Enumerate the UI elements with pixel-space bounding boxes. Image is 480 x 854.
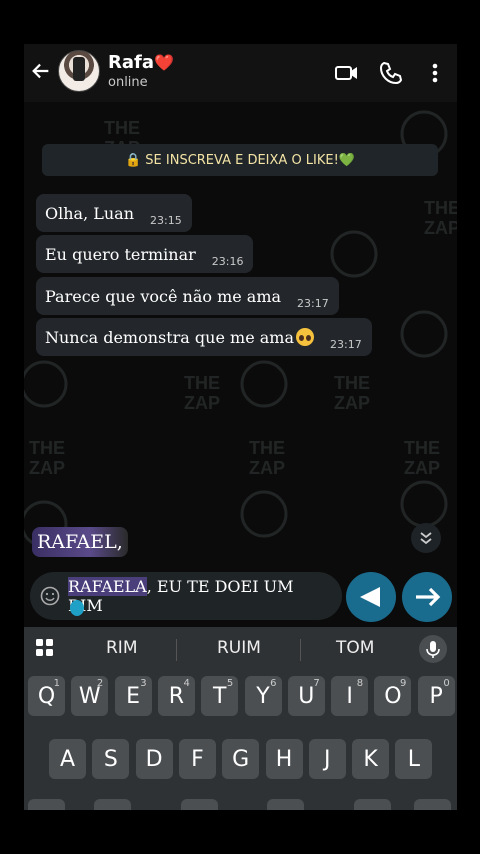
- key-a[interactable]: A: [49, 739, 86, 779]
- heart-icon: ❤️: [153, 53, 174, 72]
- svg-text:ZAP: ZAP: [404, 458, 440, 478]
- message-time: 23:17: [330, 337, 362, 351]
- message-bubble[interactable]: Parece que você não me ama 23:17: [36, 277, 339, 315]
- message-text: Parece que você não me ama: [45, 286, 282, 306]
- svg-text:ZAP: ZAP: [334, 393, 370, 413]
- key-f[interactable]: F: [178, 739, 216, 779]
- message-time: 23:16: [211, 254, 244, 268]
- contact-name[interactable]: Rafa❤️: [108, 52, 174, 73]
- send-arrow-icon: [416, 587, 441, 607]
- svg-text:ZAP: ZAP: [424, 218, 457, 238]
- subscribe-banner: 🔒 SE INSCREVA E DEIXA O LIKE!💚: [42, 144, 438, 176]
- send-button[interactable]: [402, 572, 452, 622]
- key-j[interactable]: J: [308, 739, 346, 779]
- back-arrow-icon[interactable]: [30, 60, 52, 82]
- more-options-icon[interactable]: [422, 60, 448, 86]
- key[interactable]: [28, 799, 65, 810]
- pleading-face-emoji-icon: [296, 328, 315, 346]
- key-l[interactable]: L: [395, 739, 433, 779]
- divider: [300, 639, 301, 661]
- phone-call-icon[interactable]: [378, 60, 404, 86]
- previous-button[interactable]: [346, 572, 396, 622]
- chat-screen: THEZAP THEZAP THEZAP THEZAP THEZAP THEZA…: [24, 44, 457, 810]
- svg-text:ZAP: ZAP: [184, 393, 220, 413]
- key-g[interactable]: G: [222, 739, 260, 779]
- key-r[interactable]: R4: [157, 676, 195, 716]
- key-k[interactable]: K: [352, 739, 390, 779]
- key-p[interactable]: P0: [417, 676, 455, 716]
- message-bubble[interactable]: Eu quero terminar 23:16: [36, 235, 254, 273]
- key-u[interactable]: U7: [287, 676, 325, 716]
- svg-text:THE: THE: [104, 118, 140, 138]
- suggestion-item[interactable]: RIM: [106, 627, 138, 669]
- text-cursor-handle[interactable]: [70, 600, 84, 616]
- message-time: 23:15: [150, 213, 182, 227]
- apps-grid-icon[interactable]: [35, 638, 55, 658]
- key-e[interactable]: E3: [114, 676, 152, 716]
- key[interactable]: [181, 799, 218, 810]
- message-time: 23:17: [297, 296, 329, 310]
- svg-text:ZAP: ZAP: [249, 458, 285, 478]
- scroll-to-bottom-button[interactable]: [411, 523, 441, 553]
- key-w[interactable]: W2: [71, 676, 109, 716]
- key-q[interactable]: Q1: [28, 676, 65, 716]
- key[interactable]: [354, 799, 391, 810]
- key-t[interactable]: T5: [201, 676, 239, 716]
- overlay-word: RAFAEL,: [32, 527, 128, 557]
- banner-text: 🔒 SE INSCREVA E DEIXA O LIKE!💚: [124, 152, 356, 168]
- key-y[interactable]: Y6: [244, 676, 282, 716]
- key-i[interactable]: I8: [331, 676, 369, 716]
- key-d[interactable]: D: [135, 739, 173, 779]
- svg-text:THE: THE: [404, 438, 440, 458]
- svg-text:THE: THE: [424, 198, 457, 218]
- input-text-line1: , EU TE DOEI UM: [146, 577, 294, 596]
- chat-header: Rafa❤️ online: [24, 44, 457, 102]
- selected-text: RAFAELA: [68, 577, 147, 596]
- key-h[interactable]: H: [265, 739, 303, 779]
- key-s[interactable]: S: [92, 739, 130, 779]
- microphone-icon[interactable]: [419, 635, 447, 663]
- suggestion-item[interactable]: TOM: [336, 627, 374, 669]
- arrow-left-icon: [360, 587, 380, 607]
- key[interactable]: [267, 799, 304, 810]
- svg-text:THE: THE: [29, 438, 65, 458]
- suggestion-item[interactable]: RUIM: [217, 627, 261, 669]
- emoji-icon[interactable]: [40, 586, 60, 606]
- key[interactable]: [414, 799, 451, 810]
- message-text: Eu quero terminar: [45, 244, 196, 264]
- svg-text:THE: THE: [334, 373, 370, 393]
- input-text[interactable]: RAFAELA, EU TE DOEI UM RIM: [68, 577, 318, 615]
- video-call-icon[interactable]: [334, 60, 360, 86]
- message-text: Nunca demonstra que me ama: [45, 327, 295, 347]
- contact-avatar[interactable]: [58, 50, 100, 92]
- svg-text:ZAP: ZAP: [29, 458, 65, 478]
- svg-text:THE: THE: [184, 373, 220, 393]
- contact-status: online: [108, 75, 148, 90]
- message-text: Olha, Luan: [45, 203, 135, 223]
- svg-text:THE: THE: [249, 438, 285, 458]
- key-o[interactable]: O9: [374, 676, 412, 716]
- keyboard: RIM RUIM TOM Q1W2E3R4T5Y6U7I8O9P0 ASDFGHJ…: [24, 627, 457, 810]
- divider: [176, 639, 177, 661]
- message-bubble[interactable]: Olha, Luan 23:15: [36, 194, 192, 232]
- key[interactable]: [94, 799, 131, 810]
- message-bubble[interactable]: Nunca demonstra que me ama 23:17: [36, 318, 372, 356]
- double-chevron-down-icon: [420, 532, 432, 545]
